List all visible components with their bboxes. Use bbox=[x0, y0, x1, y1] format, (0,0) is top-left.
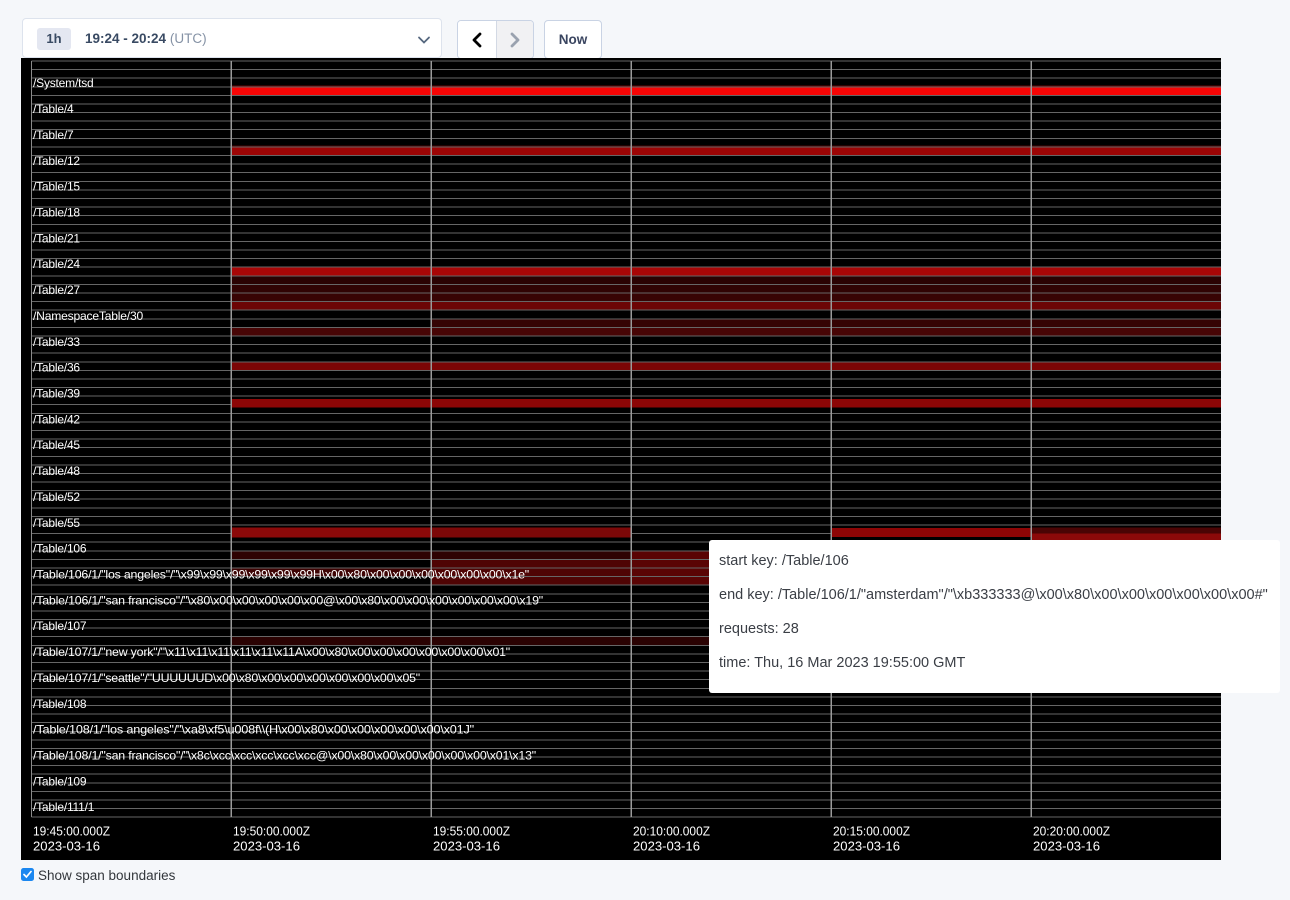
svg-text:/NamespaceTable/30: /NamespaceTable/30 bbox=[33, 309, 144, 323]
svg-text:/Table/106: /Table/106 bbox=[33, 542, 87, 556]
svg-text:/Table/108: /Table/108 bbox=[33, 697, 87, 711]
svg-text:/Table/108/1/"los angeles"/"\x: /Table/108/1/"los angeles"/"\xa8\xf5\u00… bbox=[33, 723, 474, 737]
svg-text:/Table/18: /Table/18 bbox=[33, 206, 80, 220]
svg-text:2023-03-16: 2023-03-16 bbox=[433, 840, 500, 854]
svg-text:19:50:00.000Z: 19:50:00.000Z bbox=[233, 825, 310, 839]
svg-text:/Table/106/1/"san francisco"/": /Table/106/1/"san francisco"/"\x80\x00\x… bbox=[33, 593, 543, 607]
svg-text:/Table/36: /Table/36 bbox=[33, 361, 80, 375]
svg-text:/Table/27: /Table/27 bbox=[33, 283, 80, 297]
svg-text:/Table/42: /Table/42 bbox=[33, 412, 80, 426]
svg-text:/Table/52: /Table/52 bbox=[33, 490, 80, 504]
svg-text:/Table/106/1/"los angeles"/"\x: /Table/106/1/"los angeles"/"\x99\x99\x99… bbox=[33, 568, 529, 582]
svg-text:/Table/55: /Table/55 bbox=[33, 516, 80, 530]
svg-text:20:15:00.000Z: 20:15:00.000Z bbox=[833, 825, 910, 839]
svg-text:/Table/12: /Table/12 bbox=[33, 154, 80, 168]
svg-text:19:45:00.000Z: 19:45:00.000Z bbox=[33, 825, 110, 839]
svg-text:/Table/39: /Table/39 bbox=[33, 387, 80, 401]
svg-text:/Table/15: /Table/15 bbox=[33, 180, 80, 194]
svg-text:2023-03-16: 2023-03-16 bbox=[233, 840, 300, 854]
svg-text:/Table/107: /Table/107 bbox=[33, 619, 87, 633]
svg-text:19:55:00.000Z: 19:55:00.000Z bbox=[433, 825, 510, 839]
svg-text:20:20:00.000Z: 20:20:00.000Z bbox=[1033, 825, 1110, 839]
svg-text:/Table/48: /Table/48 bbox=[33, 464, 80, 478]
svg-text:/Table/24: /Table/24 bbox=[33, 257, 80, 271]
svg-text:/Table/33: /Table/33 bbox=[33, 335, 80, 349]
svg-text:/Table/109: /Table/109 bbox=[33, 774, 87, 788]
svg-text:/Table/108/1/"san francisco"/": /Table/108/1/"san francisco"/"\x8c\xcc\x… bbox=[33, 749, 536, 763]
svg-text:2023-03-16: 2023-03-16 bbox=[33, 840, 100, 854]
svg-text:20:10:00.000Z: 20:10:00.000Z bbox=[633, 825, 710, 839]
svg-text:2023-03-16: 2023-03-16 bbox=[633, 840, 700, 854]
svg-text:/Table/107/1/"seattle"/"UUUUUU: /Table/107/1/"seattle"/"UUUUUUD\x00\x80\… bbox=[33, 671, 420, 685]
svg-text:/Table/21: /Table/21 bbox=[33, 231, 80, 245]
svg-text:/Table/7: /Table/7 bbox=[33, 128, 74, 142]
svg-text:/Table/45: /Table/45 bbox=[33, 438, 80, 452]
svg-text:/Table/111/1: /Table/111/1 bbox=[33, 800, 95, 814]
svg-text:/Table/4: /Table/4 bbox=[33, 102, 74, 116]
svg-text:2023-03-16: 2023-03-16 bbox=[833, 840, 900, 854]
svg-text:/System/tsd: /System/tsd bbox=[33, 76, 93, 90]
svg-text:2023-03-16: 2023-03-16 bbox=[1033, 840, 1100, 854]
svg-text:/Table/107/1/"new york"/"\x11\: /Table/107/1/"new york"/"\x11\x11\x11\x1… bbox=[33, 645, 510, 659]
